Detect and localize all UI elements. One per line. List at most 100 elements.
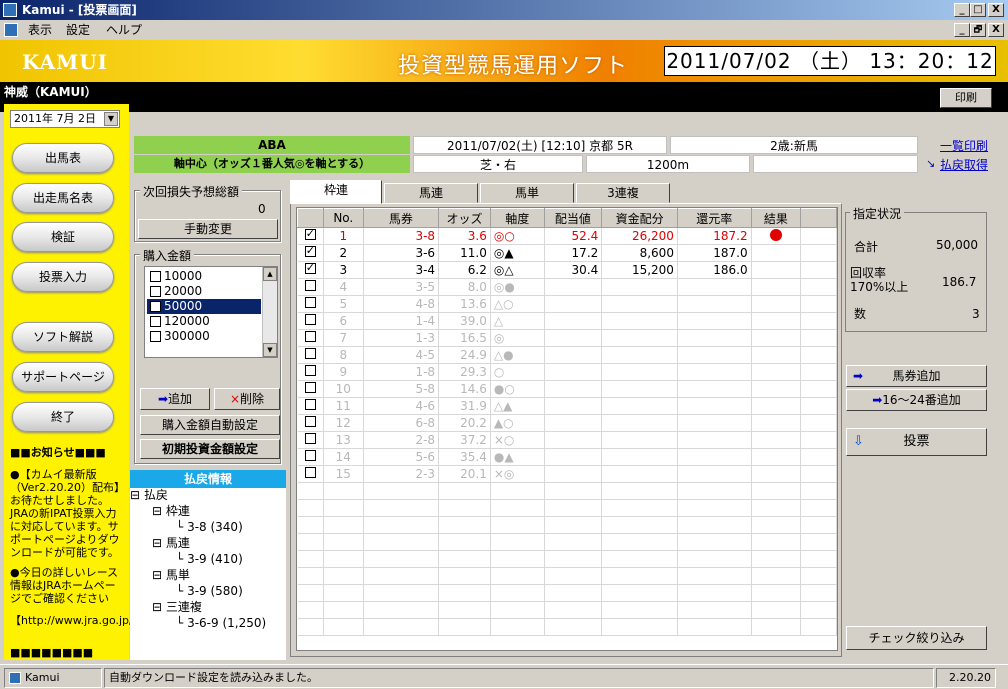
checkbox[interactable] bbox=[150, 299, 161, 314]
row-check-cell[interactable] bbox=[297, 414, 324, 432]
print-list-link[interactable]: 一覧印刷 bbox=[940, 137, 988, 154]
row-checkbox[interactable] bbox=[304, 227, 316, 240]
child-minimize-button[interactable]: _ bbox=[954, 23, 970, 37]
manual-change-button[interactable]: 手動変更 bbox=[138, 219, 278, 239]
purchase-amount-item[interactable]: 50000 bbox=[147, 299, 261, 314]
row-checkbox[interactable] bbox=[304, 450, 316, 461]
tree-leaf[interactable]: └ 3-8 (340) bbox=[130, 519, 286, 535]
row-check-cell[interactable] bbox=[297, 244, 324, 262]
get-payout-link[interactable]: 払戻取得 bbox=[940, 156, 988, 173]
table-row[interactable]: 14 5-6 35.4 ●▲ bbox=[297, 448, 837, 466]
runner-names-button[interactable]: 出走馬名表 bbox=[12, 183, 114, 213]
software-guide-button[interactable]: ソフト解説 bbox=[12, 322, 114, 352]
chevron-down-icon[interactable]: ▼ bbox=[104, 112, 118, 126]
tree-group[interactable]: ⊟ 三連複 bbox=[130, 599, 286, 615]
checkbox[interactable] bbox=[150, 286, 161, 297]
purchase-amount-item[interactable]: 120000 bbox=[147, 314, 261, 329]
table-row[interactable]: 5 4-8 13.6 △○ bbox=[297, 295, 837, 313]
table-row[interactable]: 13 2-8 37.2 ×○ bbox=[297, 431, 837, 449]
initial-investment-button[interactable]: 初期投資金額設定 bbox=[140, 439, 280, 459]
print-button[interactable]: 印刷 bbox=[940, 88, 992, 108]
race-card-button[interactable]: 出馬表 bbox=[12, 143, 114, 173]
tab-sanrenpuku[interactable]: 3連複 bbox=[576, 183, 670, 203]
add-amount-button[interactable]: ➡追加 bbox=[140, 388, 210, 410]
row-checkbox[interactable] bbox=[304, 280, 316, 291]
table-row[interactable]: 13-83.6◎○52.426,200187.2 bbox=[297, 227, 837, 245]
row-check-cell[interactable] bbox=[297, 329, 324, 347]
tab-umatan[interactable]: 馬単 bbox=[480, 183, 574, 203]
tree-collapse-icon[interactable]: ⊟ bbox=[152, 600, 162, 614]
row-check-cell[interactable] bbox=[297, 431, 324, 449]
maximize-button[interactable]: □ bbox=[970, 3, 986, 17]
row-check-cell[interactable] bbox=[297, 261, 324, 279]
close-button[interactable]: X bbox=[988, 3, 1004, 17]
row-checkbox[interactable] bbox=[304, 399, 316, 410]
table-row[interactable]: 8 4-5 24.9 △● bbox=[297, 346, 837, 364]
column-header[interactable]: 馬券 bbox=[362, 208, 440, 228]
table-row[interactable]: 15 2-3 20.1 ×◎ bbox=[297, 465, 837, 483]
checkbox[interactable] bbox=[150, 271, 161, 282]
vote-button[interactable]: ⇩ 投票 bbox=[846, 428, 987, 456]
checkbox[interactable] bbox=[150, 331, 161, 342]
row-checkbox[interactable] bbox=[304, 331, 316, 342]
tab-umaren[interactable]: 馬連 bbox=[384, 183, 478, 203]
row-checkbox[interactable] bbox=[304, 382, 316, 393]
row-checkbox[interactable] bbox=[304, 261, 316, 274]
purchase-amount-list[interactable]: 100002000050000120000300000 ▲ ▼ bbox=[144, 266, 278, 358]
row-check-cell[interactable] bbox=[297, 227, 324, 245]
row-check-cell[interactable] bbox=[297, 295, 324, 313]
row-check-cell[interactable] bbox=[297, 380, 324, 398]
check-filter-button[interactable]: チェック絞り込み bbox=[846, 626, 987, 650]
payout-tree[interactable]: ⊟ 払戻 ⊟ 枠連 └ 3-8 (340) ⊟ 馬連 └ 3-9 (410) ⊟ 馬単 └ … bbox=[130, 487, 286, 657]
row-checkbox[interactable] bbox=[304, 348, 316, 359]
table-row[interactable]: 4 3-5 8.0 ◎● bbox=[297, 278, 837, 296]
table-row[interactable]: 9 1-8 29.3 ○ bbox=[297, 363, 837, 381]
purchase-amount-item[interactable]: 10000 bbox=[147, 269, 261, 284]
table-row[interactable]: 23-611.0◎▲17.28,600187.0 bbox=[297, 244, 837, 262]
list-scrollbar[interactable]: ▲ ▼ bbox=[262, 267, 277, 357]
column-header[interactable]: オッズ bbox=[438, 208, 491, 228]
column-header[interactable]: No. bbox=[322, 208, 364, 228]
row-check-cell[interactable] bbox=[297, 312, 324, 330]
auto-amount-button[interactable]: 購入金額自動設定 bbox=[140, 415, 280, 435]
row-checkbox[interactable] bbox=[304, 433, 316, 444]
row-checkbox[interactable] bbox=[304, 244, 316, 257]
support-page-button[interactable]: サポートページ bbox=[12, 362, 114, 392]
column-header[interactable]: 軸度 bbox=[489, 208, 545, 228]
child-restore-button[interactable]: 🗗 bbox=[970, 23, 986, 37]
column-header[interactable]: 結果 bbox=[750, 208, 802, 228]
vote-input-button[interactable]: 投票入力 bbox=[12, 262, 114, 292]
add-ticket-button[interactable]: ➡ 馬券追加 bbox=[846, 365, 987, 387]
tree-leaf[interactable]: └ 3-9 (410) bbox=[130, 551, 286, 567]
scroll-down-icon[interactable]: ▼ bbox=[263, 343, 277, 357]
child-close-button[interactable]: X bbox=[988, 23, 1004, 37]
menu-help[interactable]: ヘルプ bbox=[106, 20, 142, 40]
tree-collapse-icon[interactable]: ⊟ bbox=[130, 488, 140, 502]
ticket-grid[interactable]: No.馬券オッズ軸度配当値資金配分還元率結果 13-83.6◎○52.426,2… bbox=[296, 207, 838, 651]
row-check-cell[interactable] bbox=[297, 278, 324, 296]
tree-leaf[interactable]: └ 3-9 (580) bbox=[130, 583, 286, 599]
tree-collapse-icon[interactable]: ⊟ bbox=[152, 504, 162, 518]
verify-button[interactable]: 検証 bbox=[12, 222, 114, 252]
tree-group[interactable]: ⊟ 枠連 bbox=[130, 503, 286, 519]
column-header[interactable]: 配当値 bbox=[543, 208, 603, 228]
table-row[interactable]: 10 5-8 14.6 ●○ bbox=[297, 380, 837, 398]
minimize-button[interactable]: _ bbox=[954, 3, 970, 17]
tree-root[interactable]: ⊟ 払戻 bbox=[130, 487, 286, 503]
notice-url[interactable]: 【http://www.jra.go.jp/】 bbox=[10, 614, 144, 627]
row-check-cell[interactable] bbox=[297, 465, 324, 483]
row-check-cell[interactable] bbox=[297, 363, 324, 381]
checkbox[interactable] bbox=[150, 316, 161, 327]
date-picker[interactable]: 2011年 7月 2日 ▼ bbox=[10, 110, 120, 128]
table-row[interactable]: 11 4-6 31.9 △▲ bbox=[297, 397, 837, 415]
row-checkbox[interactable] bbox=[304, 416, 316, 427]
table-row[interactable]: 7 1-3 16.5 ◎ bbox=[297, 329, 837, 347]
table-row[interactable]: 33-46.2◎△30.415,200186.0 bbox=[297, 261, 837, 279]
tree-leaf[interactable]: └ 3-6-9 (1,250) bbox=[130, 615, 286, 631]
menu-view[interactable]: 表示 bbox=[28, 20, 52, 40]
exit-button[interactable]: 終了 bbox=[12, 402, 114, 432]
row-checkbox[interactable] bbox=[304, 314, 316, 325]
row-checkbox[interactable] bbox=[304, 467, 316, 478]
row-check-cell[interactable] bbox=[297, 397, 324, 415]
tree-group[interactable]: ⊟ 馬連 bbox=[130, 535, 286, 551]
